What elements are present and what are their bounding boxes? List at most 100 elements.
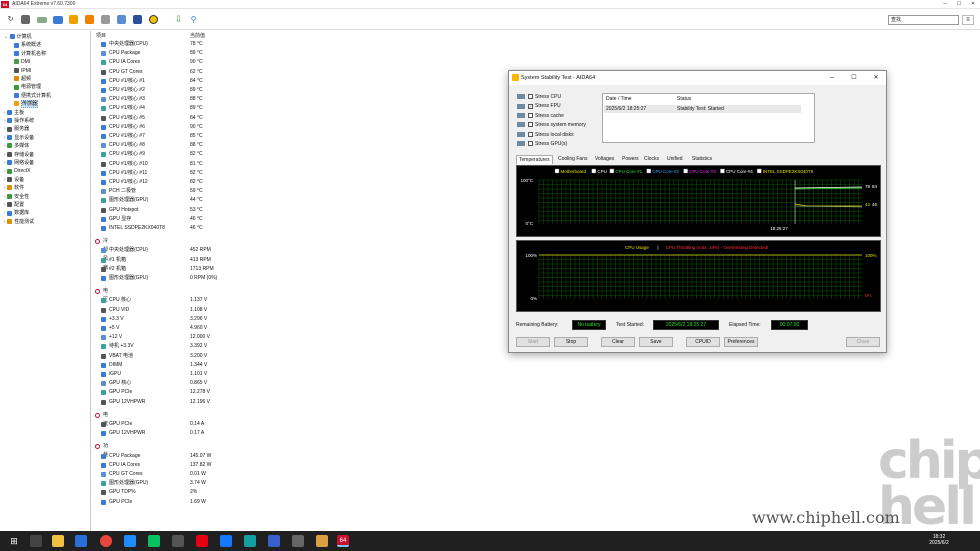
tree-item[interactable]: IPMI [14,67,31,75]
dialog-minimize-icon[interactable]: ─ [825,73,839,83]
legend-checkbox[interactable] [757,168,762,174]
column-header-value[interactable]: 当前值 [190,32,205,39]
stress-option[interactable]: ✓ Stress FPU [517,102,561,111]
tree-item[interactable]: › 安全性 [4,193,29,201]
legend-checkbox[interactable] [646,168,651,174]
tab-statistics[interactable]: Statistics [690,155,714,164]
mail-icon[interactable] [75,535,87,547]
sensor-row[interactable]: CPU Package 89 °C [92,49,492,58]
stress-option[interactable]: Stress GPU(s) [517,140,567,149]
wechat-icon[interactable] [148,535,160,547]
download-icon[interactable]: ⇩ [173,14,184,25]
refresh-icon[interactable]: ↻ [5,14,16,25]
sensor-row[interactable]: CPU #1/核心 #6 90 °C [92,123,492,132]
sensor-row[interactable]: DIMM 1.344 V [92,361,492,370]
memory-icon[interactable] [69,15,78,24]
tree-item[interactable]: › 配置 [4,201,24,209]
sensor-row[interactable]: CPU #1/核心 #2 89 °C [92,86,492,95]
sensor-row[interactable]: VBAT 电池 3.200 V [92,352,492,361]
sensor-row[interactable]: CPU #1/核心 #9 82 °C [92,150,492,159]
sensor-row[interactable]: CPU Package 145.07 W [92,452,492,461]
menu-icon[interactable]: ≡ [962,15,974,25]
sensor-row[interactable]: 图形处理器(GPU) 0 RPM (0%) [92,274,492,283]
maximize-icon[interactable]: ☐ [952,0,966,9]
clock[interactable]: 18:32 2025/6/2 [927,534,951,546]
file-explorer-icon[interactable] [52,535,64,547]
close-button[interactable]: Close [846,337,880,347]
stress-option[interactable]: Stress CPU [517,93,561,102]
sensor-row[interactable]: 中央处理器(CPU) 78 °C [92,40,492,49]
legend-checkbox[interactable] [609,168,615,174]
benchmark-icon[interactable] [85,15,94,24]
stress-option[interactable]: Stress local disks [517,131,574,140]
dialog-maximize-icon[interactable]: ☐ [847,73,861,83]
sensor-row[interactable]: CPU #1/核心 #8 88 °C [92,141,492,150]
legend-checkbox[interactable] [720,168,725,174]
dialog-close-icon[interactable]: ✕ [869,73,883,83]
sensor-row[interactable]: 中央处理器(CPU) 452 RPM [92,246,492,255]
sensor-row[interactable]: 图形处理器(GPU) 44 °C [92,196,492,205]
app-icon-3[interactable] [220,535,232,547]
tab-voltages[interactable]: Voltages [593,155,616,164]
wps-icon[interactable] [196,535,208,547]
app-icon-6[interactable] [292,535,304,547]
tab-temperatures[interactable]: Temperatures [516,155,553,164]
tree-item[interactable]: 计算机名称 [14,50,46,58]
tree-item[interactable]: DMI [14,58,30,66]
sensor-row[interactable]: GPU 核心 0.865 V [92,379,492,388]
stress-checkbox[interactable] [528,141,533,147]
tree-item[interactable]: › 操作系统 [4,117,34,125]
tree-item[interactable]: › DirectX [4,167,30,175]
sensor-row[interactable]: CPU #1/核心 #11 82 °C [92,169,492,178]
tree-item[interactable]: › 性能测试 [4,218,34,226]
tree-item[interactable]: › 服务器 [4,125,29,133]
sensor-row[interactable]: GPU 12VHPWR 12.196 V [92,398,492,407]
app-icon-1[interactable] [124,535,136,547]
preferences-button[interactable]: Preferences [724,337,758,347]
close-icon[interactable]: ✕ [966,0,980,9]
sensor-row[interactable]: GPU PCIe 12.278 V [92,388,492,397]
tree-item[interactable]: 系统概述 [14,41,41,49]
app-icon-7[interactable] [316,535,328,547]
sensor-row[interactable]: GPU 12VHPWR 0.17 A [92,429,492,438]
motherboard-icon[interactable] [37,17,47,23]
app-icon-2[interactable] [172,535,184,547]
tree-item[interactable]: ⌄ 计算机 [4,33,32,41]
sensor-row[interactable]: GPU 显存 46 °C [92,215,492,224]
legend-checkbox[interactable] [554,168,560,174]
sensor-row[interactable]: iGPU 1.101 V [92,370,492,379]
tree-item[interactable]: 电源管理 [14,83,41,91]
stress-checkbox[interactable] [528,94,533,100]
tree-item[interactable]: › 网络设备 [4,159,34,167]
stability-test-icon[interactable] [149,15,158,24]
sensor-row[interactable]: INTEL SSDPE2KX040T8 46 °C [92,224,492,233]
tab-clocks[interactable]: Clocks [642,155,661,164]
tree-item[interactable]: › 显示设备 [4,134,34,142]
sensor-row[interactable]: 图形处理器(GPU) 3.74 W [92,479,492,488]
sensor-row[interactable]: CPU 核心 1.137 V [92,296,492,305]
sensor-row[interactable]: CPU GT Cores 62 °C [92,68,492,77]
stress-option[interactable]: Stress system memory [517,121,586,130]
sensor-row[interactable]: +5 V 4.960 V [92,324,492,333]
tree-item[interactable]: › 软件 [4,184,24,192]
sensor-row[interactable]: GPU PCIe 0.14 A [92,420,492,429]
sensor-row[interactable]: CPU #1/核心 #12 82 °C [92,178,492,187]
expand-arrow-icon[interactable]: ⌄ [4,34,10,40]
sensor-row[interactable]: CPU #1/核心 #3 88 °C [92,95,492,104]
sensor-row[interactable]: CPU #1/核心 #5 84 °C [92,114,492,123]
disk-icon[interactable] [101,15,110,24]
minimize-icon[interactable]: ─ [938,0,952,9]
chrome-icon[interactable] [100,535,112,547]
task-view-icon[interactable] [30,535,42,547]
monitor-icon[interactable] [53,16,63,24]
stress-checkbox[interactable] [528,122,533,128]
legend-checkbox[interactable] [683,168,688,174]
app-icon-4[interactable] [244,535,256,547]
clear-button[interactable]: Clear [601,337,635,347]
app-icon-5[interactable] [268,535,280,547]
log-row[interactable]: 2025/6/2 18:25:27 Stability Test: Starte… [604,105,801,113]
search-input[interactable]: 查找 [888,15,959,25]
start-button[interactable]: Start [516,337,550,347]
tree-item[interactable]: › 设备 [4,176,24,184]
sensor-row[interactable]: CPU #1/核心 #10 81 °C [92,160,492,169]
